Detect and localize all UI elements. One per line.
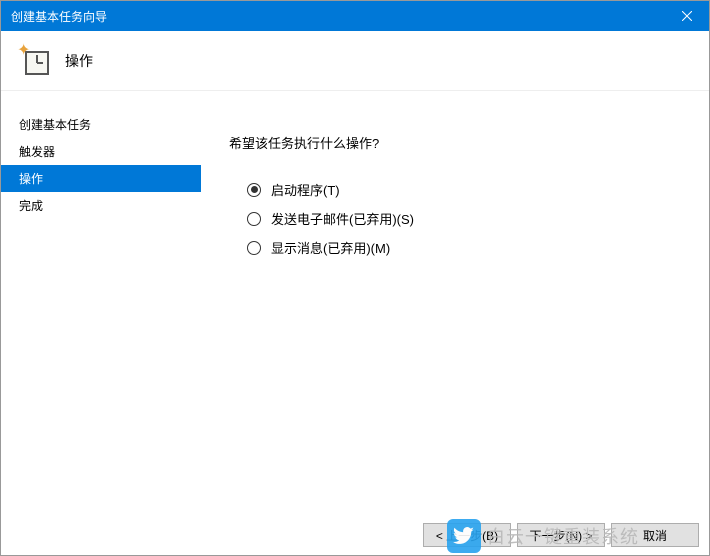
radio-label: 显示消息(已弃用)(M) — [271, 238, 390, 257]
back-button[interactable]: < 上一步(B) — [423, 523, 511, 547]
radio-label: 发送电子邮件(已弃用)(S) — [271, 209, 414, 228]
titlebar: 创建基本任务向导 — [1, 1, 709, 31]
wizard-header: ✦ 操作 — [1, 31, 709, 91]
scheduler-icon: ✦ — [19, 45, 51, 77]
wizard-footer: 白云一键重装系统 < 上一步(B) 下一步(N) > 取消 — [1, 515, 709, 555]
action-radio-group: 启动程序(T) 发送电子邮件(已弃用)(S) 显示消息(已弃用)(M) — [229, 180, 689, 257]
close-button[interactable] — [664, 1, 709, 31]
cancel-button[interactable]: 取消 — [611, 523, 699, 547]
radio-icon — [247, 183, 261, 197]
sidebar-item-trigger[interactable]: 触发器 — [1, 138, 201, 165]
sidebar-item-create-task[interactable]: 创建基本任务 — [1, 111, 201, 138]
sidebar-item-action[interactable]: 操作 — [1, 165, 201, 192]
action-prompt: 希望该任务执行什么操作? — [229, 133, 689, 152]
main-panel: 希望该任务执行什么操作? 启动程序(T) 发送电子邮件(已弃用)(S) 显示消息… — [201, 91, 709, 515]
radio-show-message[interactable]: 显示消息(已弃用)(M) — [247, 238, 689, 257]
titlebar-title: 创建基本任务向导 — [11, 8, 664, 25]
radio-start-program[interactable]: 启动程序(T) — [247, 180, 689, 199]
radio-icon — [247, 212, 261, 226]
radio-icon — [247, 241, 261, 255]
next-button[interactable]: 下一步(N) > — [517, 523, 605, 547]
page-title: 操作 — [65, 51, 93, 71]
radio-label: 启动程序(T) — [271, 180, 340, 199]
content-area: 创建基本任务 触发器 操作 完成 希望该任务执行什么操作? 启动程序(T) 发送… — [1, 91, 709, 515]
radio-send-email[interactable]: 发送电子邮件(已弃用)(S) — [247, 209, 689, 228]
wizard-sidebar: 创建基本任务 触发器 操作 完成 — [1, 91, 201, 515]
close-icon — [682, 11, 692, 21]
sidebar-item-finish[interactable]: 完成 — [1, 192, 201, 219]
